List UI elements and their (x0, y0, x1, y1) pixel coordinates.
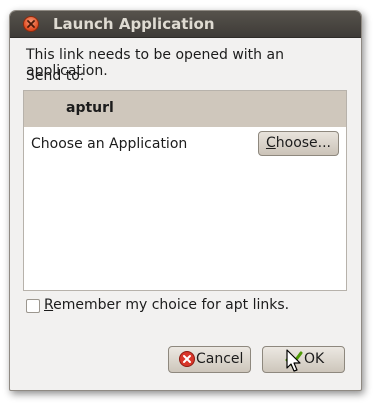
send-to-label: Send to: (26, 68, 85, 84)
remember-accel: R (44, 297, 54, 313)
ok-label: OK (304, 351, 325, 367)
cancel-button[interactable]: Cancel (168, 346, 251, 373)
ok-button[interactable]: OK (262, 346, 345, 373)
choose-accel: C (265, 135, 276, 151)
list-header[interactable]: apturl (24, 91, 346, 127)
window-title: Launch Application (53, 15, 215, 33)
remember-text: emember my choice for apt links. (53, 297, 290, 313)
launch-application-dialog: Launch Application This link needs to be… (9, 10, 362, 391)
choose-application-label: Choose an Application (31, 136, 188, 152)
cancel-icon (179, 351, 195, 367)
choose-label: hoose... (275, 135, 332, 151)
choose-button[interactable]: Choose... (258, 131, 339, 156)
cancel-label: Cancel (196, 351, 244, 367)
app-name: apturl (66, 100, 114, 116)
remember-checkbox[interactable] (26, 299, 40, 313)
close-icon (27, 20, 35, 28)
remember-label: Remember my choice for apt links. (44, 297, 289, 313)
application-list[interactable]: apturl Choose an Application Choose... (23, 90, 347, 291)
mouse-pointer-icon (286, 349, 301, 372)
title-bar[interactable]: Launch Application (10, 11, 361, 38)
close-button[interactable] (23, 16, 39, 32)
